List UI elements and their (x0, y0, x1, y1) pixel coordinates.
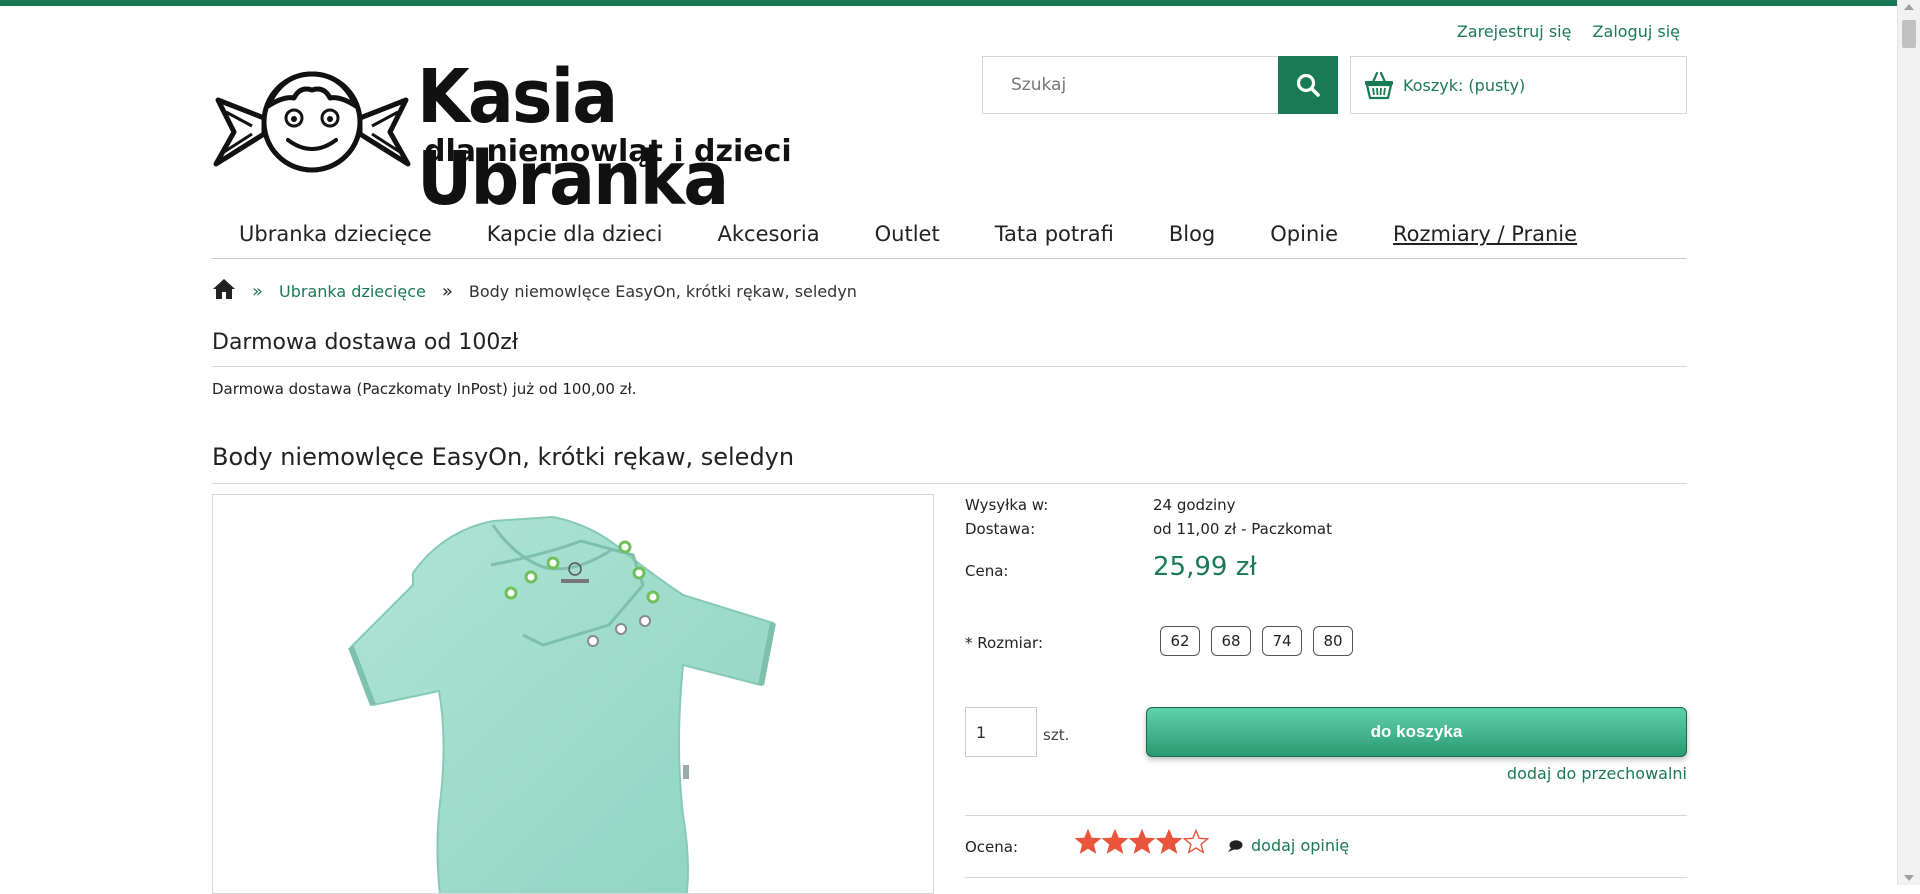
star-empty-icon[interactable] (1183, 829, 1209, 855)
delivery-label: Dostawa: (965, 520, 1036, 538)
search-button[interactable] (1278, 56, 1338, 114)
size-option-74[interactable]: 74 (1262, 626, 1302, 656)
baby-bodysuit-image (348, 515, 776, 893)
nav-item-slippers[interactable]: Kapcie dla dzieci (487, 214, 663, 254)
delivery-value: od 11,00 zł - Paczkomat (1153, 520, 1332, 538)
star-filled-icon[interactable] (1102, 829, 1128, 855)
star-filled-icon[interactable] (1075, 829, 1101, 855)
rating-stars (1075, 829, 1210, 855)
nav-item-sizes-washing[interactable]: Rozmiary / Pranie (1393, 214, 1577, 254)
size-option-62[interactable]: 62 (1160, 626, 1200, 656)
nav-item-reviews[interactable]: Opinie (1270, 214, 1338, 254)
add-to-cart-button[interactable]: do koszyka (1146, 707, 1687, 757)
breadcrumb-category-link[interactable]: Ubranka dziecięce (279, 282, 426, 301)
quantity-unit: szt. (1043, 726, 1070, 744)
add-to-wishlist-link[interactable]: dodaj do przechowalni (1507, 764, 1687, 783)
nav-item-tata-potrafi[interactable]: Tata potrafi (995, 214, 1114, 254)
logo-tagline: dla niemowląt i dzieci (424, 134, 792, 169)
size-options: 62 68 74 80 (1160, 626, 1364, 656)
divider (965, 877, 1687, 878)
girl-face-logo-icon (213, 71, 411, 173)
size-option-68[interactable]: 68 (1211, 626, 1251, 656)
scrollbar-thumb[interactable] (1902, 20, 1916, 48)
login-link[interactable]: Zaloguj się (1593, 22, 1680, 41)
add-review-link[interactable]: dodaj opinię (1227, 836, 1349, 855)
free-shipping-text: Darmowa dostawa (Paczkomaty InPost) już … (212, 380, 637, 398)
search-icon (1296, 73, 1320, 97)
divider (965, 815, 1687, 816)
star-filled-icon[interactable] (1129, 829, 1155, 855)
scroll-down-icon[interactable] (1904, 875, 1914, 881)
site-logo[interactable]: Kasia Ubranka dla niemowląt i dzieci (212, 56, 912, 220)
breadcrumb-separator: » (252, 280, 264, 302)
chat-icon (1227, 839, 1243, 853)
price-label: Cena: (965, 562, 1009, 580)
breadcrumb-separator: » (441, 280, 453, 302)
nav-item-accessories[interactable]: Akcesoria (718, 214, 820, 254)
price-value: 25,99 zł (1153, 552, 1257, 582)
search-input[interactable] (983, 57, 1279, 113)
free-shipping-heading: Darmowa dostawa od 100zł (212, 330, 1687, 367)
search-box (982, 56, 1338, 114)
size-label: * Rozmiar: (965, 634, 1043, 652)
size-option-80[interactable]: 80 (1313, 626, 1353, 656)
product-image[interactable] (212, 494, 934, 894)
shipping-value: 24 godziny (1153, 496, 1236, 514)
vertical-scrollbar[interactable] (1897, 0, 1920, 885)
shipping-label: Wysyłka w: (965, 496, 1049, 514)
cart-label: Koszyk: (pusty) (1403, 75, 1526, 95)
top-accent-bar (0, 0, 1920, 6)
nav-item-children-clothes[interactable]: Ubranka dziecięce (239, 214, 432, 254)
quantity-input[interactable] (965, 707, 1037, 757)
basket-icon (1363, 68, 1397, 102)
breadcrumb: » Ubranka dziecięce » Body niemowlęce Ea… (212, 276, 857, 306)
add-review-label: dodaj opinię (1251, 836, 1350, 855)
product-title: Body niemowlęce EasyOn, krótki rękaw, se… (212, 443, 1687, 484)
main-navigation: Ubranka dziecięce Kapcie dla dzieci Akce… (212, 214, 1687, 259)
scroll-up-icon[interactable] (1904, 4, 1914, 10)
nav-item-outlet[interactable]: Outlet (875, 214, 940, 254)
cart-widget[interactable]: Koszyk: (pusty) (1350, 56, 1687, 114)
register-link[interactable]: Zarejestruj się (1457, 22, 1572, 41)
account-links: Zarejestruj się Zaloguj się (1441, 22, 1680, 41)
home-icon[interactable] (212, 278, 236, 304)
breadcrumb-current: Body niemowlęce EasyOn, krótki rękaw, se… (468, 281, 857, 301)
star-filled-icon[interactable] (1156, 829, 1182, 855)
rating-label: Ocena: (965, 838, 1019, 856)
nav-item-blog[interactable]: Blog (1169, 214, 1215, 254)
